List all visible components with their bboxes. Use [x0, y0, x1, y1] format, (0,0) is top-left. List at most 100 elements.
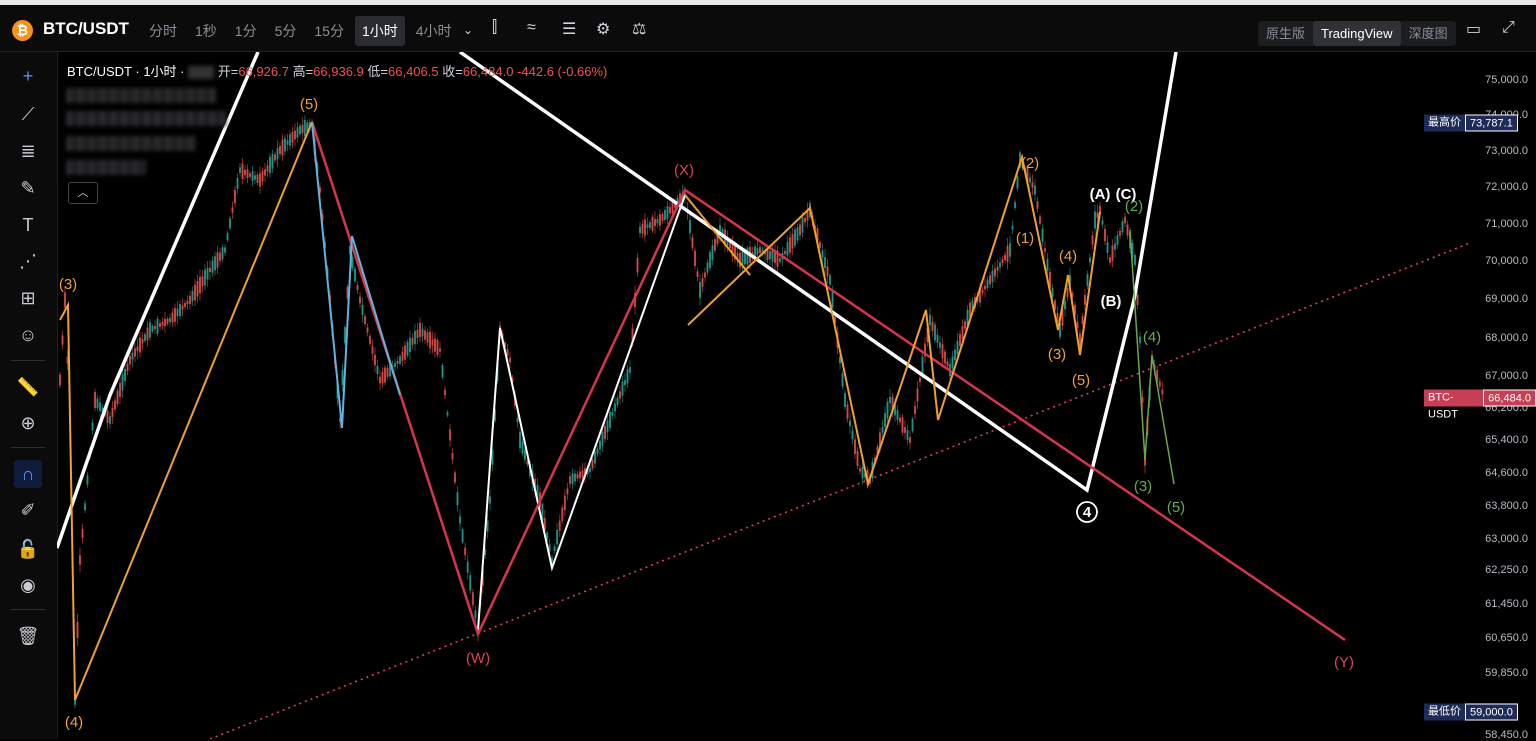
candle-body — [239, 167, 241, 173]
candle-body — [446, 412, 449, 416]
candle-body — [199, 276, 201, 294]
emoji-icon[interactable]: ☺ — [14, 321, 42, 349]
interval-tab[interactable]: 5分 — [268, 16, 304, 46]
candle-body — [364, 316, 366, 324]
wave-label: (3) — [1048, 346, 1066, 363]
candle-body — [516, 417, 519, 423]
candle-body — [469, 575, 472, 591]
candle-body — [124, 369, 126, 381]
candle-body — [611, 412, 614, 416]
price-tick: 58,450.0 — [1485, 729, 1528, 741]
price-chart[interactable]: (5)(3)(4)(X)(W) (Y)(2)(1)(4)(3)(5)(A) (C)(… — [57, 52, 1470, 739]
candle-body — [131, 352, 134, 360]
forecast-icon[interactable]: ⊞ — [14, 284, 42, 312]
price-axis[interactable]: 75,000.074,000.073,000.072,000.071,000.0… — [1424, 52, 1536, 741]
ruler-icon[interactable]: 📏 — [14, 373, 42, 401]
candle-body — [219, 252, 221, 261]
chevron-down-icon[interactable]: ⌄ — [463, 23, 473, 37]
candle-body — [459, 516, 461, 524]
candle-body — [341, 370, 344, 385]
view-native[interactable]: 原生版 — [1258, 21, 1313, 46]
candle-body — [654, 218, 656, 227]
pattern-icon[interactable]: ⋰ — [14, 247, 42, 275]
open-value: 66,926.7 — [238, 64, 289, 79]
candle-body — [439, 348, 441, 352]
candle-body — [366, 327, 369, 333]
view-tradingview[interactable]: TradingView — [1313, 21, 1401, 46]
unlock-icon[interactable]: 🔓 — [14, 535, 42, 563]
text-icon[interactable]: T — [14, 211, 42, 239]
candle-body — [986, 279, 989, 288]
candle-body — [606, 420, 609, 433]
candle-body — [1101, 220, 1104, 225]
trendline-icon[interactable]: ⟋ — [14, 100, 42, 128]
fib-icon[interactable]: ≣ — [14, 137, 42, 165]
interval-tab[interactable]: 1秒 — [188, 16, 224, 46]
candle-body — [956, 340, 959, 355]
candle-body — [649, 222, 651, 228]
candle-body — [216, 252, 219, 268]
candle-body — [569, 476, 571, 484]
candle-body — [201, 276, 204, 287]
candle-body — [209, 267, 211, 273]
candle-body — [524, 449, 526, 461]
interval-tab[interactable]: 15分 — [307, 16, 351, 46]
candle-body — [786, 241, 789, 256]
interval-tab-active[interactable]: 1小时 — [354, 16, 405, 46]
magnet-icon[interactable]: ∩ — [14, 460, 42, 488]
gear-icon[interactable]: ⚙ — [596, 19, 610, 39]
candle-body — [854, 439, 856, 454]
trash-icon[interactable]: 🗑 — [14, 622, 42, 650]
candle-body — [431, 339, 434, 346]
fullscreen-icon[interactable]: ⤢ — [1502, 19, 1515, 37]
candle-body — [576, 473, 579, 479]
candle-body — [989, 275, 991, 285]
candle-body — [394, 363, 396, 367]
candle-body — [471, 592, 474, 605]
candle-body — [826, 266, 829, 277]
view-depth[interactable]: 深度图 — [1401, 21, 1456, 46]
candle-body — [996, 266, 999, 271]
candle-body — [144, 334, 146, 341]
candle-body — [94, 392, 96, 408]
price-tick: 72,000.0 — [1485, 181, 1528, 193]
candle-body — [286, 140, 289, 145]
candle-body — [934, 324, 936, 341]
balance-icon[interactable]: ⚖ — [632, 19, 646, 39]
candle-body — [211, 260, 214, 273]
collapse-legend-button[interactable]: ︿ — [68, 182, 98, 204]
indicator-icon[interactable]: ≈ — [527, 19, 536, 37]
crosshair-icon[interactable]: + — [14, 62, 42, 90]
candle-type-icon[interactable]: ⫿ — [492, 19, 497, 37]
eye-icon[interactable]: ◉ — [14, 571, 42, 599]
candle-body — [1036, 201, 1039, 209]
price-tick: 59,850.0 — [1485, 667, 1528, 679]
candle-body — [271, 154, 274, 169]
candle-body — [81, 528, 84, 538]
interval-tab[interactable]: 1分 — [228, 16, 264, 46]
price-tick: 75,000.0 — [1485, 74, 1528, 86]
price-tick: 64,600.0 — [1485, 467, 1528, 479]
candle-body — [134, 348, 136, 357]
price-tick: 63,000.0 — [1485, 533, 1528, 545]
candle-body — [791, 234, 794, 249]
interval-tab[interactable]: 4小时 — [409, 16, 459, 46]
lock-draw-icon[interactable]: ✐ — [14, 496, 42, 524]
interval-tab[interactable]: 分时 — [142, 16, 184, 46]
window-icon[interactable]: ▭ — [1466, 19, 1481, 39]
list-icon[interactable]: ☰ — [562, 19, 576, 39]
zoom-icon[interactable]: ⊕ — [14, 409, 42, 437]
candle-body — [771, 250, 774, 262]
candle-body — [759, 246, 761, 254]
candle-body — [916, 388, 919, 402]
candle-body — [911, 418, 914, 432]
candle-body — [1034, 185, 1036, 195]
bitcoin-logo-icon: ₿ — [12, 20, 33, 41]
brush-icon[interactable]: ✎ — [14, 174, 42, 202]
symbol-title[interactable]: BTC/USDT — [43, 19, 129, 39]
candle-body — [566, 488, 569, 495]
candle-body — [406, 341, 409, 356]
drawing-toolbar: + ⟋ ≣ ✎ T ⋰ ⊞ ☺ 📏 ⊕ ∩ ✐ 🔓 ◉ 🗑 — [0, 52, 58, 739]
candle-body — [301, 124, 304, 134]
candle-body — [509, 357, 511, 363]
